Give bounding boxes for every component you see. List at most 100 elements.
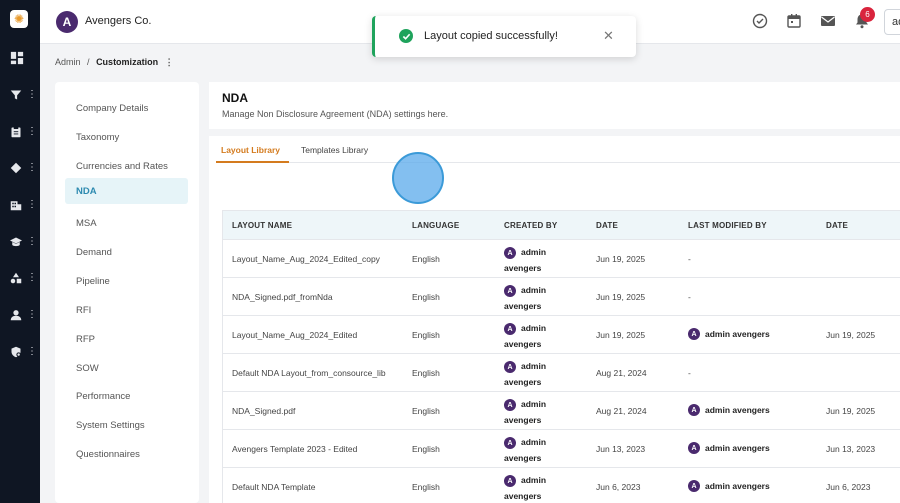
building-nav[interactable]: ⋮ [10,195,37,215]
tab-templates-library[interactable]: Templates Library [301,145,368,155]
toast-message: Layout copied successfully! [424,30,558,42]
subnav-item-currencies[interactable]: Currencies and Rates [65,153,188,179]
cell-last-modified-by: - [688,292,691,302]
table-row[interactable]: Default NDA Layout_from_consource_lib Eng… [223,353,900,391]
shapes-nav[interactable]: ⋮ [10,268,37,288]
rail-more-icon: ⋮ [27,199,37,210]
app-logo-icon[interactable]: ✺ [10,10,28,28]
creator-last-name: avengers [504,415,542,425]
cell-language: English [412,292,440,302]
tasks-check-icon[interactable] [752,13,768,29]
modifier-name: admin avengers [705,329,770,339]
subnav-item-system-settings[interactable]: System Settings [65,412,188,438]
table-row[interactable]: Layout_Name_Aug_2024_Edited English Aadmin… [223,315,900,353]
breadcrumb-more-icon[interactable]: ⋮ [165,57,174,67]
table-row[interactable]: Avengers Template 2023 - Edited English Aa… [223,429,900,467]
table-row[interactable]: Layout_Name_Aug_2024_Edited_copy English A… [223,239,900,277]
table-row[interactable]: NDA_Signed.pdf_fromNda English Aadmin aveng… [223,277,900,315]
creator-first-name: admin [521,247,547,257]
cell-layout-name[interactable]: Layout_Name_Aug_2024_Edited [232,330,357,340]
subnav-item-demand[interactable]: Demand [65,239,188,265]
filter-nav[interactable]: ⋮ [10,85,37,105]
dashboard-icon [10,51,24,65]
cell-layout-name[interactable]: NDA_Signed.pdf [232,406,295,416]
breadcrumb-admin[interactable]: Admin [55,57,81,67]
subnav-item-company-details[interactable]: Company Details [65,95,188,121]
mail-icon[interactable] [820,13,836,29]
column-header-date[interactable]: DATE [596,221,618,230]
cell-layout-name[interactable]: NDA_Signed.pdf_fromNda [232,292,333,302]
library-tabs: Layout Library Templates Library [216,136,900,163]
clipboard-icon [11,126,21,138]
calendar-icon[interactable] [786,13,802,29]
creator-last-name: avengers [504,339,542,349]
subnav-item-taxonomy[interactable]: Taxonomy [65,124,188,150]
cell-language: English [412,406,440,416]
avatar: A [504,475,516,487]
cell-last-modified-by: - [688,254,691,264]
subnav-item-msa[interactable]: MSA [65,210,188,236]
creator-last-name: avengers [504,453,542,463]
cell-layout-name[interactable]: Default NDA Template [232,482,315,492]
notification-badge: 6 [860,7,875,22]
user-nav[interactable]: ⋮ [10,305,37,325]
cell-language: English [412,482,440,492]
rail-more-icon: ⋮ [27,309,37,320]
cell-layout-name[interactable]: Avengers Template 2023 - Edited [232,444,357,454]
column-header-last-modified-by[interactable]: LAST MODIFIED BY [688,221,767,230]
cell-last-modified-by: - [688,368,691,378]
modifier-name: admin avengers [705,481,770,491]
education-nav[interactable]: ⋮ [10,232,37,252]
cell-date: Aug 21, 2024 [596,406,647,416]
cell-date: Aug 21, 2024 [596,368,647,378]
close-icon[interactable]: ✕ [603,28,614,44]
clipboard-nav[interactable]: ⋮ [10,122,37,142]
rail-more-icon: ⋮ [27,236,37,247]
security-settings-nav[interactable]: ⋮ [10,342,37,362]
rail-more-icon: ⋮ [27,89,37,100]
subnav-item-questionnaires[interactable]: Questionnaires [65,441,188,467]
column-header-modified-date[interactable]: DATE [826,221,848,230]
modifier-name: admin avengers [705,405,770,415]
creator-first-name: admin [521,285,547,295]
cell-layout-name[interactable]: Default NDA Layout_from_consource_lib [232,368,386,378]
column-header-language[interactable]: LANGUAGE [412,221,459,230]
subnav-item-sow[interactable]: SOW [65,355,188,381]
success-toast: Layout copied successfully! ✕ [372,16,636,57]
avatar: A [688,404,700,416]
subnav-item-rfp[interactable]: RFP [65,326,188,352]
creator-first-name: admin [521,475,547,485]
user-menu-button[interactable]: ad [884,9,900,35]
cell-date: Jun 6, 2023 [596,482,641,492]
page-title: NDA [222,91,248,105]
subnav-item-pipeline[interactable]: Pipeline [65,268,188,294]
subnav-item-nda[interactable]: NDA [65,178,188,204]
avatar: A [688,480,700,492]
brand-logo-icon[interactable]: A [56,11,78,33]
avatar: A [504,361,516,373]
cell-language: English [412,330,440,340]
breadcrumb-separator: / [87,57,90,67]
column-header-layout-name[interactable]: LAYOUT NAME [232,221,292,230]
cell-date: Jun 19, 2025 [596,254,646,264]
shield-gear-icon [11,346,21,358]
cell-modified-date: Jun 19, 2025 [826,406,876,416]
table-row[interactable]: NDA_Signed.pdf English Aadmin avengers Aug 2… [223,391,900,429]
active-tab-indicator [216,161,289,163]
cell-date: Jun 19, 2025 [596,330,646,340]
table-row[interactable]: Default NDA Template English Aadmin avenger… [223,467,900,503]
column-header-created-by[interactable]: CREATED BY [504,221,557,230]
dashboard-nav[interactable] [10,48,36,68]
subnav-item-performance[interactable]: Performance [65,383,188,409]
table-header: LAYOUT NAME LANGUAGE CREATED BY DATE LAS… [223,211,900,239]
tag-nav[interactable]: ⋮ [10,158,37,178]
page-header: NDA Manage Non Disclosure Agreement (NDA… [209,82,900,129]
tab-layout-library[interactable]: Layout Library [221,145,280,155]
creator-first-name: admin [521,399,547,409]
rail-more-icon: ⋮ [27,272,37,283]
cell-layout-name[interactable]: Layout_Name_Aug_2024_Edited_copy [232,254,380,264]
subnav-item-rfi[interactable]: RFI [65,297,188,323]
avatar: A [688,328,700,340]
layout-table: LAYOUT NAME LANGUAGE CREATED BY DATE LAS… [222,210,900,503]
cursor-highlight [392,152,444,204]
